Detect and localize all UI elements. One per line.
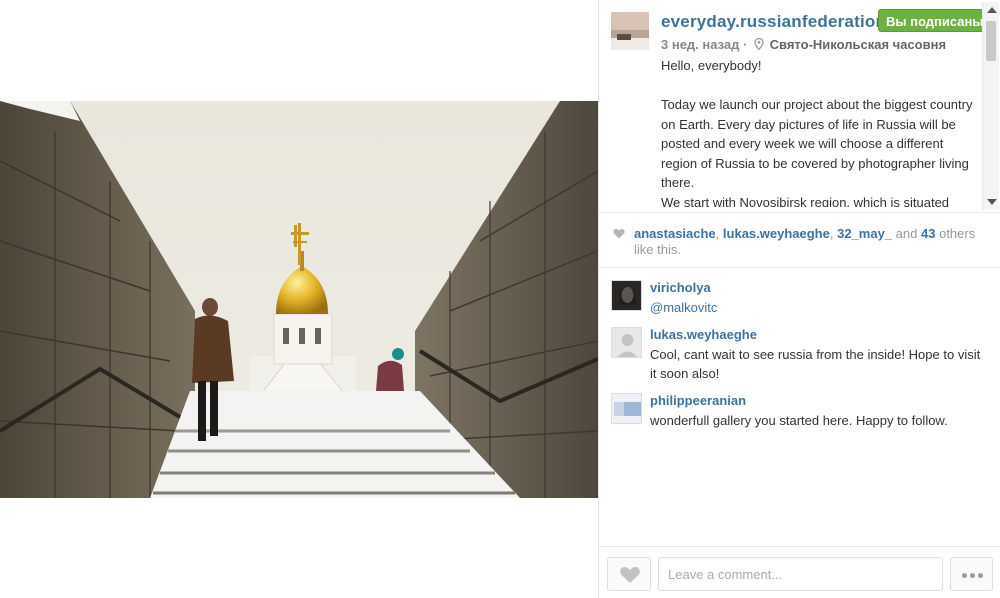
caption-box: Hello, everybody! Today we launch our pr… bbox=[661, 56, 981, 207]
comment-username[interactable]: viricholya bbox=[650, 280, 711, 295]
post-location[interactable]: Свято-Никольская часовня bbox=[770, 37, 946, 52]
more-options-button[interactable] bbox=[950, 557, 993, 591]
post-header: everyday.russianfederation Вы подписаны … bbox=[599, 0, 999, 212]
post-photo-image bbox=[0, 101, 598, 498]
owner-username[interactable]: everyday.russianfederation bbox=[661, 12, 886, 32]
likes-bar: anastasiache, lukas.weyhaeghe, 32_may_ a… bbox=[599, 212, 1000, 268]
comment-footer bbox=[599, 546, 1000, 598]
following-button[interactable]: Вы подписаны bbox=[878, 9, 992, 32]
post-time[interactable]: 3 нед. назад bbox=[661, 37, 739, 52]
scrollbar-thumb[interactable] bbox=[986, 21, 996, 61]
comment-text[interactable]: @malkovitc bbox=[650, 298, 990, 317]
comment-text: wonderfull gallery you started here. Hap… bbox=[650, 413, 948, 428]
caption-scrollbar[interactable] bbox=[982, 2, 999, 210]
scroll-up-arrow-icon[interactable] bbox=[987, 7, 997, 13]
commenter-avatar[interactable] bbox=[611, 393, 642, 424]
ellipsis-icon bbox=[970, 573, 975, 578]
ellipsis-icon bbox=[978, 573, 983, 578]
comment-text: Cool, cant wait to see russia from the i… bbox=[650, 347, 981, 381]
post-caption: Hello, everybody! Today we launch our pr… bbox=[661, 58, 973, 207]
ellipsis-icon bbox=[962, 573, 967, 578]
comment-username[interactable]: lukas.weyhaeghe bbox=[650, 327, 757, 342]
meta-separator: · bbox=[743, 37, 748, 52]
owner-avatar[interactable] bbox=[611, 12, 649, 50]
post-photo[interactable] bbox=[0, 101, 598, 498]
likes-others-count[interactable]: 43 bbox=[921, 226, 935, 241]
commenter-avatar[interactable] bbox=[611, 280, 642, 311]
commenter-avatar[interactable] bbox=[611, 327, 642, 358]
pin-icon bbox=[754, 38, 764, 50]
post-side-panel: everyday.russianfederation Вы подписаны … bbox=[598, 0, 1000, 598]
liker-link[interactable]: 32_may_ bbox=[837, 226, 892, 241]
heart-icon bbox=[613, 229, 625, 239]
heart-icon bbox=[620, 567, 640, 583]
like-button[interactable] bbox=[607, 557, 651, 591]
likes-and: and bbox=[895, 226, 918, 241]
liker-link[interactable]: anastasiache bbox=[634, 226, 716, 241]
liker-link[interactable]: lukas.weyhaeghe bbox=[723, 226, 830, 241]
photo-pane bbox=[0, 0, 598, 598]
post-meta: 3 нед. назад · Свято-Никольская часовня bbox=[661, 37, 946, 52]
likes-text: anastasiache, lukas.weyhaeghe, 32_may_ a… bbox=[634, 226, 976, 257]
scroll-down-arrow-icon[interactable] bbox=[987, 199, 997, 205]
comment-input[interactable] bbox=[658, 557, 943, 591]
comment-username[interactable]: philippeeranian bbox=[650, 393, 746, 408]
